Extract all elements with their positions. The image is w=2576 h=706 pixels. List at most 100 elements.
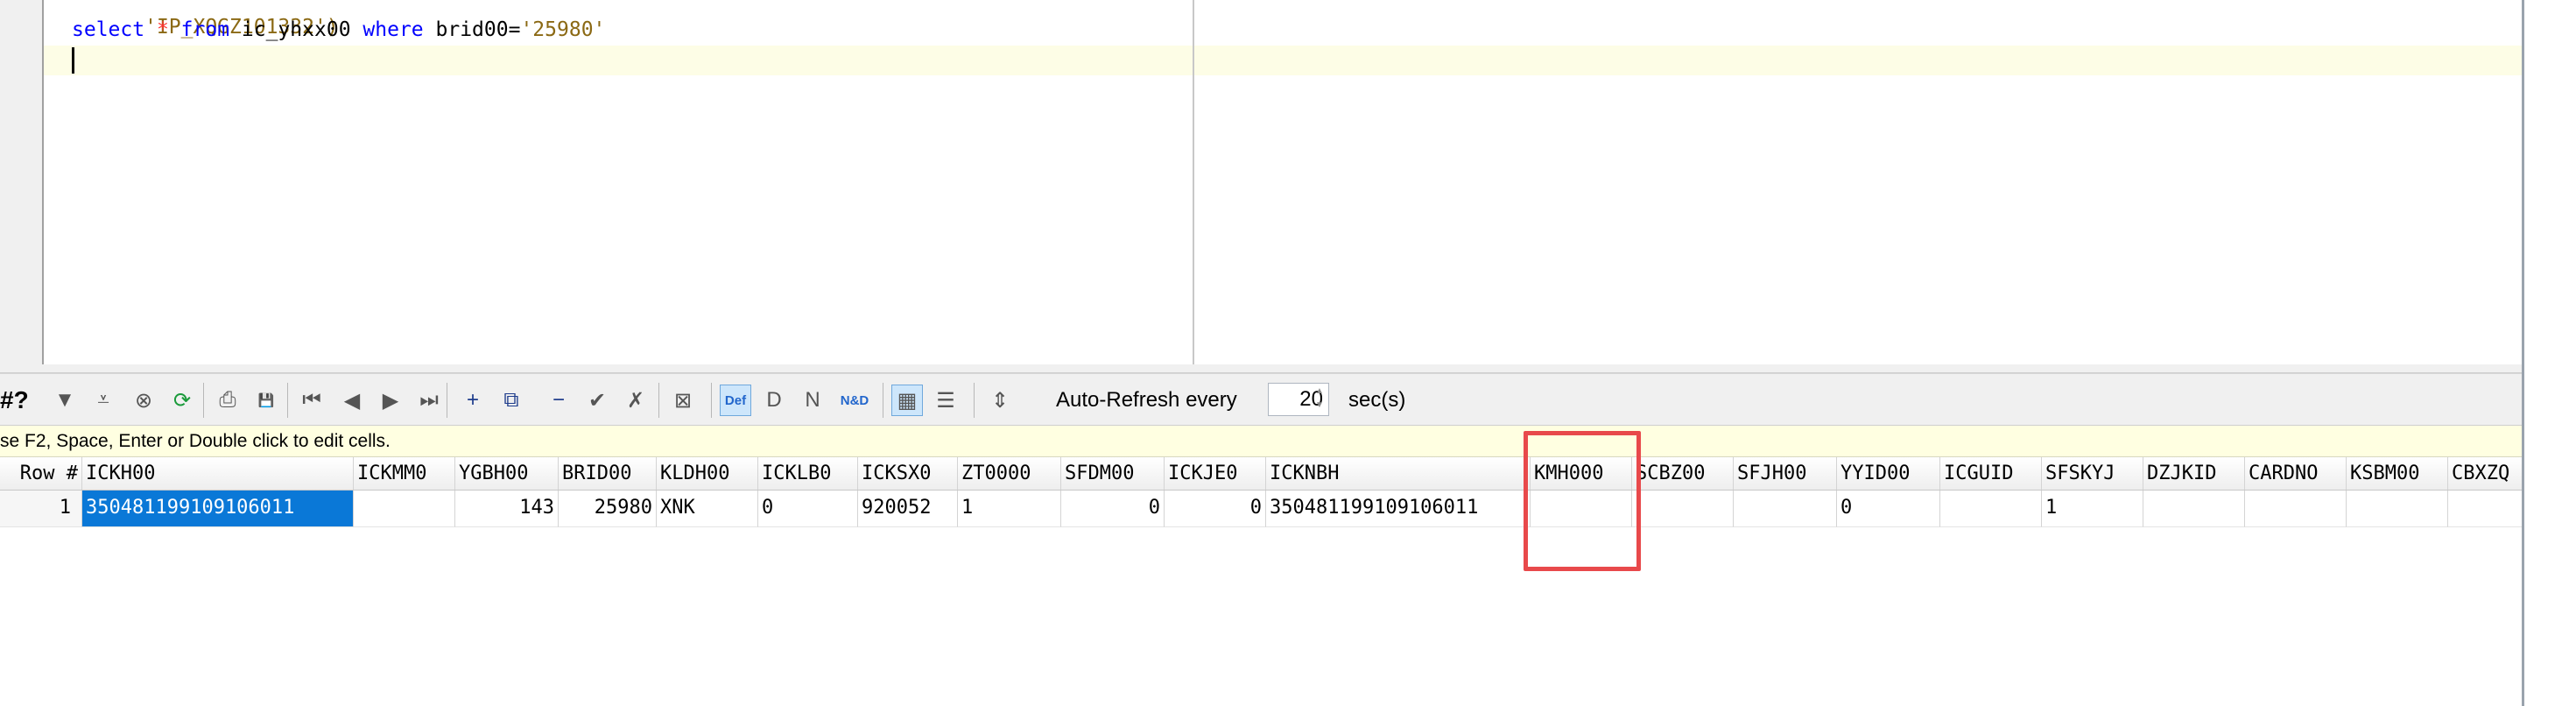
cell-zt0000[interactable]: 1 [958,491,1061,527]
column-header-icklb0[interactable]: ICKLB0 [758,457,858,490]
cell-sfdm00[interactable]: 0 [1061,491,1165,527]
column-header-sfskyj[interactable]: SFSKYJ [2042,457,2143,490]
editor-code-area[interactable]: 'IP_XQGZ101332') select * from ic_yhxx00… [44,0,2522,364]
cell-icklb0[interactable]: 0 [758,491,858,527]
form-view-icon[interactable]: ☰ [930,385,961,416]
cell-kmh000[interactable] [1531,491,1632,527]
column-header-icguid[interactable]: ICGUID [1940,457,2042,490]
right-margin-line [1193,0,1194,364]
last-record-icon[interactable]: ⏭ [413,385,445,416]
cell-dzjkid[interactable] [2143,491,2245,527]
column-header-kmh000[interactable]: KMH000 [1531,457,1632,490]
column-header-sfdm00[interactable]: SFDM00 [1061,457,1165,490]
toolbar-separator [711,383,712,418]
column-header-cardno[interactable]: CARDNO [2245,457,2347,490]
column-header-zt0000[interactable]: ZT0000 [958,457,1061,490]
current-line-highlight [44,46,2522,75]
refresh-icon[interactable]: ⟳ [166,385,198,416]
post-edit-icon[interactable]: ✔ [581,385,613,416]
cell-icknbh[interactable]: 350481199109106011 [1266,491,1531,527]
column-header-row[interactable]: Row # [0,457,82,490]
filter-icon[interactable]: ▼ [49,385,81,416]
cell-ickh00[interactable]: 350481199109106011 [82,491,354,527]
row-number-cell[interactable]: 1 [0,491,82,527]
column-header-icknbh[interactable]: ICKNBH [1266,457,1531,490]
column-header-ickh00[interactable]: ICKH00 [82,457,354,490]
column-header-ickmm0[interactable]: ICKMM0 [354,457,455,490]
next-record-icon[interactable]: ▶ [375,385,406,416]
cell-kldh00[interactable]: XNK [657,491,758,527]
table-name: ic_yhxx00 [241,18,351,41]
cell-ygbh00[interactable]: 143 [455,491,559,527]
cell-ksbm00[interactable] [2347,491,2448,527]
cancel-edit-icon[interactable]: ✗ [620,385,651,416]
keyword-from: from [180,18,230,41]
cell-ickmm0[interactable] [354,491,455,527]
column-header-yyid00[interactable]: YYID00 [1837,457,1940,490]
sql-editor[interactable]: 'IP_XQGZ101332') select * from ic_yhxx00… [0,0,2522,364]
cell-ickje0[interactable]: 0 [1165,491,1266,527]
panel-splitter[interactable] [0,364,2522,373]
column-header-cbxzq[interactable]: CBXZQ [2448,457,2522,490]
grid-view-icon[interactable]: ▦ [891,385,923,416]
editor-gutter [0,0,44,364]
text-caret [72,47,74,74]
cell-cbxzq[interactable] [2448,491,2522,527]
cell-icksx0[interactable]: 920052 [858,491,958,527]
symbol-star: * [156,18,169,41]
column-header-ickje0[interactable]: ICKJE0 [1165,457,1266,490]
cell-sfjh00[interactable] [1734,491,1837,527]
edit-hint-text: se F2, Space, Enter or Double click to e… [0,431,391,451]
keyword-where: where [362,18,424,41]
toolbar-separator [287,383,288,418]
spinner-up-icon[interactable]: ▲ [1315,386,1324,396]
save-icon[interactable]: 💾 [250,385,282,416]
toolbar-separator [974,383,975,418]
toolbar-separator [203,383,204,418]
interval-spinner[interactable]: ▲ ▼ [1313,385,1326,414]
delete-record-icon[interactable]: − [543,385,574,416]
results-grid[interactable]: Row # ICKH00 ICKMM0 YGBH00 BRID00 KLDH00 ICKLB… [0,457,2522,706]
grid-toolbar: #? ▼ ⩡ ⊗ ⟳ ⎙ 💾 ⏮ ◀ ▶ ⏭ + ⧉ − ✔ ✗ ⊠ Def D N N&D ▦ ☰ ⇕ Auto-Refr… [0,373,2522,426]
cell-scbz00[interactable] [1632,491,1734,527]
cell-icguid[interactable] [1940,491,2042,527]
print-icon[interactable]: ⎙ [212,385,243,416]
column-header-dzjkid[interactable]: DZJKID [2143,457,2245,490]
first-record-icon[interactable]: ⏮ [296,385,327,416]
table-row[interactable]: 1 350481199109106011 143 25980 XNK 0 920052 1 0 0… [0,491,2522,527]
record-view-icon[interactable]: ⇕ [984,385,1016,416]
set-null-icon[interactable]: N [797,385,828,416]
insert-record-icon[interactable]: + [457,385,489,416]
clear-icon[interactable]: ⊠ [667,385,699,416]
toolbar-separator [658,383,659,418]
auto-refresh-label: Auto-Refresh every [1056,388,1237,412]
cell-yyid00[interactable]: 0 [1837,491,1940,527]
seconds-label: sec(s) [1348,388,1406,412]
column-header-kldh00[interactable]: KLDH00 [657,457,758,490]
column-header-ygbh00[interactable]: YGBH00 [455,457,559,490]
cell-brid00[interactable]: 25980 [559,491,657,527]
set-default-icon[interactable]: Def [720,385,751,416]
grid-header-row: Row # ICKH00 ICKMM0 YGBH00 BRID00 KLDH00 ICKLB… [0,457,2522,491]
column-header-brid00[interactable]: BRID00 [559,457,657,490]
column-name: brid00= [435,18,521,41]
column-header-scbz00[interactable]: SCBZ00 [1632,457,1734,490]
set-d-icon[interactable]: D [758,385,790,416]
duplicate-record-icon[interactable]: ⧉ [496,385,527,416]
edit-hint-bar: se F2, Space, Enter or Double click to e… [0,426,2522,457]
column-header-ksbm00[interactable]: KSBM00 [2347,457,2448,490]
cancel-icon[interactable]: ⊗ [128,385,159,416]
code-line-1: select * from ic_yhxx00 where brid00='25… [72,17,605,43]
column-header-icksx0[interactable]: ICKSX0 [858,457,958,490]
sort-icon[interactable]: ⩡ [88,385,119,416]
cell-cardno[interactable] [2245,491,2347,527]
cell-sfskyj[interactable]: 1 [2042,491,2143,527]
string-literal: '25980' [520,18,606,41]
prior-record-icon[interactable]: ◀ [336,385,368,416]
window-right-strip [2524,0,2576,706]
row-count-label: #? [0,386,29,413]
column-header-sfjh00[interactable]: SFJH00 [1734,457,1837,490]
spinner-down-icon[interactable]: ▼ [1315,400,1324,410]
keyword-select: select [72,18,145,41]
set-n-d-icon[interactable]: N&D [839,385,870,416]
